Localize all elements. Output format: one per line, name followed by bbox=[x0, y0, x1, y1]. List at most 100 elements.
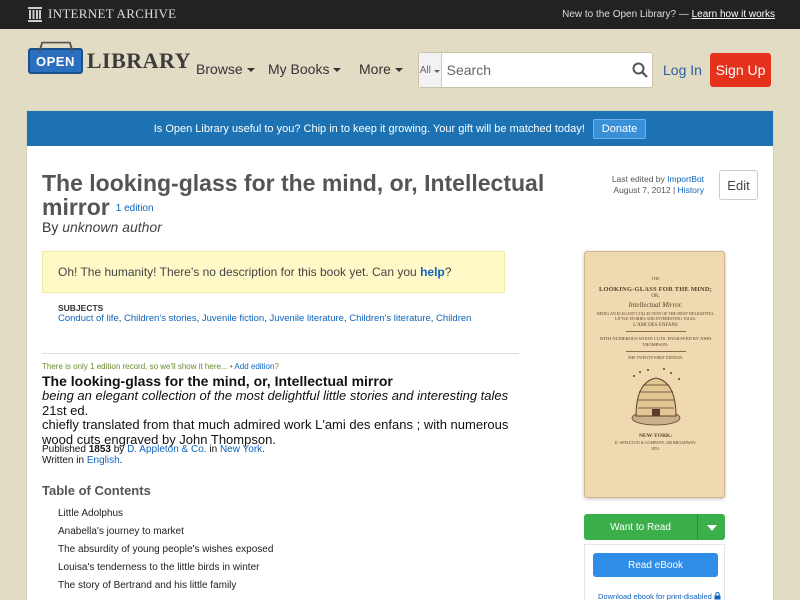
nav-more[interactable]: More bbox=[359, 61, 403, 77]
edition-note-text: There is only 1 edition record, so we'll… bbox=[42, 362, 233, 371]
chevron-down-icon bbox=[394, 68, 403, 72]
cover-text: THE bbox=[651, 276, 660, 281]
nav-browse-label: Browse bbox=[196, 61, 243, 77]
lock-icon bbox=[714, 592, 721, 600]
help-link[interactable]: help bbox=[420, 265, 445, 279]
subjects-list: Conduct of life, Children's stories, Juv… bbox=[58, 313, 472, 324]
cover-text: WITH NUMEROUS WOOD CUTS. ENGRAVED BY JOH… bbox=[599, 336, 712, 347]
subject-link[interactable]: Children's literature bbox=[349, 313, 431, 324]
nav-my-books[interactable]: My Books bbox=[268, 61, 342, 77]
edition-notes: chiefly translated from that much admire… bbox=[42, 417, 509, 447]
cover-text: L'AMI DES ENFANS bbox=[633, 323, 678, 328]
archive-temple-icon bbox=[28, 6, 42, 22]
read-options-box: Read eBook Download ebook for print-disa… bbox=[584, 544, 725, 600]
cover-text: OR, bbox=[651, 294, 660, 299]
book-cover[interactable]: THE LOOKING-GLASS FOR THE MIND; OR, Inte… bbox=[584, 251, 725, 498]
add-edition-link[interactable]: Add edition bbox=[234, 362, 274, 371]
logo-library-text: LIBRARY bbox=[86, 48, 192, 73]
section-divider bbox=[42, 353, 519, 354]
chevron-down-icon bbox=[246, 68, 255, 72]
chevron-down-icon bbox=[706, 525, 717, 531]
edit-button[interactable]: Edit bbox=[719, 170, 758, 200]
author-name: unknown author bbox=[62, 219, 162, 235]
publisher-link[interactable]: D. Appleton & Co. bbox=[127, 444, 207, 455]
cover-artwork: THE LOOKING-GLASS FOR THE MIND; OR, Inte… bbox=[595, 264, 716, 487]
search-bar: All bbox=[418, 52, 653, 88]
edition-title: The looking-glass for the mind, or, Inte… bbox=[42, 373, 393, 389]
download-print-disabled-link[interactable]: Download ebook for print-disabled bbox=[598, 592, 721, 600]
search-icon bbox=[632, 62, 648, 78]
search-button[interactable] bbox=[628, 53, 652, 87]
cover-text: NEW-YORK: bbox=[638, 433, 673, 439]
byline: By unknown author bbox=[42, 219, 162, 235]
nav-browse[interactable]: Browse bbox=[196, 61, 255, 77]
edition-note: There is only 1 edition record, so we'll… bbox=[42, 362, 279, 371]
search-scope-label: All bbox=[419, 64, 431, 76]
cover-rule bbox=[625, 351, 686, 352]
open-library-logo[interactable]: OPEN LIBRARY bbox=[28, 48, 191, 74]
site-header: OPEN LIBRARY Browse My Books More All Lo… bbox=[0, 29, 800, 109]
last-edited-info: Last edited by ImportBot August 7, 2012 … bbox=[597, 174, 704, 196]
download-label: Download ebook for print-disabled bbox=[598, 592, 712, 600]
cover-text: 1853. bbox=[651, 446, 660, 451]
history-link[interactable]: History bbox=[678, 185, 704, 195]
toc-item: The absurdity of young people's wishes e… bbox=[58, 544, 274, 555]
search-scope-select[interactable]: All bbox=[419, 53, 442, 87]
login-link[interactable]: Log In bbox=[663, 62, 702, 78]
cover-text: D. APPLETON & COMPANY, 200 BROADWAY. bbox=[614, 440, 697, 445]
subject-link[interactable]: Conduct of life bbox=[58, 313, 119, 324]
reading-list-dropdown[interactable] bbox=[697, 514, 725, 540]
by-label: By bbox=[42, 219, 59, 235]
ia-promo: New to the Open Library? — Learn how it … bbox=[562, 9, 775, 20]
subject-link[interactable]: Children's stories bbox=[124, 313, 197, 324]
want-to-read-button[interactable]: Want to Read bbox=[584, 514, 725, 540]
published-label: Published bbox=[42, 444, 86, 455]
signup-button[interactable]: Sign Up bbox=[710, 53, 771, 87]
language-link[interactable]: English bbox=[87, 455, 120, 466]
donation-banner: Is Open Library useful to you? Chip in t… bbox=[27, 111, 773, 146]
publication-info: Published 1853 by D. Appleton & Co. in N… bbox=[42, 444, 265, 466]
internet-archive-bar: INTERNET ARCHIVE New to the Open Library… bbox=[0, 0, 800, 29]
donate-button[interactable]: Donate bbox=[592, 118, 647, 139]
cover-text: BEING AN ELEGANT COLLECTION OF THE MOST … bbox=[597, 311, 714, 321]
nav-my-books-label: My Books bbox=[268, 61, 330, 77]
edition-details: being an elegant collection of the most … bbox=[42, 388, 522, 447]
donation-text: Is Open Library useful to you? Chip in t… bbox=[153, 122, 585, 135]
table-of-contents: Little Adolphus Anabella's journey to ma… bbox=[58, 508, 273, 598]
want-to-read-label: Want to Read bbox=[610, 521, 671, 533]
toc-item: Little Adolphus bbox=[58, 508, 124, 519]
read-ebook-button[interactable]: Read eBook bbox=[593, 553, 718, 577]
subjects-label: SUBJECTS bbox=[58, 303, 104, 313]
learn-how-link[interactable]: Learn how it works bbox=[692, 9, 775, 20]
toc-item: Louisa's tenderness to the little birds … bbox=[58, 562, 260, 573]
ia-promo-text: New to the Open Library? — bbox=[562, 9, 689, 20]
work-title: The looking-glass for the mind, or, Inte… bbox=[42, 171, 572, 225]
subject-link[interactable]: Children bbox=[436, 313, 471, 324]
edition-name: 21st ed. bbox=[42, 402, 89, 418]
no-description-notice: Oh! The humanity! There's no description… bbox=[42, 251, 505, 293]
last-edited-user-link[interactable]: ImportBot bbox=[667, 174, 704, 184]
cover-text: Intellectual Mirror. bbox=[628, 301, 683, 309]
in-word: in bbox=[209, 444, 218, 455]
toc-item: The story of Bertrand and his little fam… bbox=[58, 580, 237, 591]
subject-link[interactable]: Juvenile literature bbox=[269, 313, 343, 324]
cover-text: THE TWENTY-FIRST EDITION. bbox=[627, 355, 684, 360]
nav-more-label: More bbox=[359, 61, 391, 77]
toc-heading: Table of Contents bbox=[42, 483, 151, 498]
chevron-down-icon bbox=[433, 69, 440, 73]
cover-rule bbox=[625, 331, 686, 332]
internet-archive-logo[interactable]: INTERNET ARCHIVE bbox=[28, 6, 176, 22]
publish-place-link[interactable]: New York bbox=[220, 444, 262, 455]
edition-subtitle: being an elegant collection of the most … bbox=[42, 388, 509, 403]
add-edition-suffix: ? bbox=[274, 362, 279, 371]
internet-archive-label: INTERNET ARCHIVE bbox=[48, 6, 177, 21]
beehive-illustration bbox=[631, 368, 680, 426]
edition-count-link[interactable]: 1 edition bbox=[116, 203, 154, 214]
search-input[interactable] bbox=[441, 62, 628, 78]
last-edited-date: August 7, 2012 | bbox=[613, 185, 676, 195]
publish-year: 1853 bbox=[88, 444, 111, 455]
toc-item: Anabella's journey to market bbox=[58, 526, 184, 537]
subject-link[interactable]: Juvenile fiction bbox=[202, 313, 264, 324]
no-description-end: ? bbox=[444, 265, 452, 279]
cover-text: LOOKING-GLASS FOR THE MIND; bbox=[598, 286, 713, 293]
